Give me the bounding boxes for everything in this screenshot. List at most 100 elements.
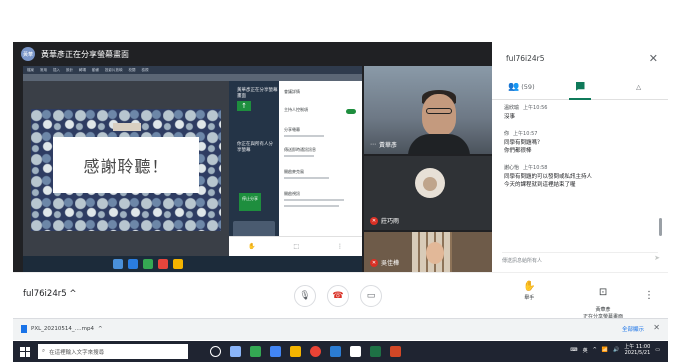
menu-item: 投影片放映 [105,67,123,72]
slide: 感謝聆聽！ [31,109,221,231]
menu-item: 檢視 [141,67,149,72]
volume-icon[interactable]: 🔊 [613,347,619,353]
download-item[interactable]: PXL_20210514_....mp4 ^ [21,325,103,333]
present-button[interactable]: ⊡ 黃華彥 正在分享螢幕畫面 [583,281,623,320]
slide-text-box: 感謝聆聽！ [53,137,199,193]
mini-toggle [346,109,356,114]
mic-off-icon: ✕ [370,216,378,225]
end-call-icon: ☎ [332,291,344,301]
menu-item: 動畫 [92,67,99,72]
participant-tile[interactable]: ✕ 莊巧雨 [364,156,492,230]
windows-start-icon[interactable] [20,346,30,357]
file-explorer-icon[interactable] [290,346,301,357]
powerpoint-icon[interactable] [390,346,401,357]
app-icon[interactable] [330,346,341,357]
cortana-icon[interactable] [210,346,221,357]
system-tray: ⌨ 英 ^ 📶 🔊 上午 11:00 2021/5/21 ▭ [570,344,660,356]
tab-people[interactable]: 👥 (59) [492,74,551,99]
app-icon[interactable] [350,346,361,357]
chat-panel: ful76i24r5 ✕ 👥 (59) △ 溫欣瑜 上午10:56 沒事 你上午1… [492,42,668,272]
presenting-banner: 黃華 黃華彥正在分享螢幕畫面 [13,42,492,66]
msg-sender: 謝心怡 [504,165,520,171]
present-icon: ⊡ [598,287,608,298]
more-options-icon[interactable]: ⋮ [644,290,654,301]
send-icon[interactable]: ➤ [654,254,660,262]
mic-button[interactable]: 🎙 [294,285,316,307]
app-icon [143,259,153,269]
network-icon[interactable]: 📶 [602,347,608,353]
mini-left-pane: 黃華彥正在分享螢幕畫面 ↑ 你正在與所有人分享螢幕 停止分享 [229,81,279,256]
participant-name-text: 莊巧雨 [381,218,400,225]
close-icon[interactable]: ✕ [649,52,658,65]
close-icon[interactable]: ✕ [653,323,660,332]
participant-glasses [426,108,452,114]
msg-time: 上午10:56 [523,105,548,111]
mini-row: 傳送即時通訊訊息 [284,147,316,152]
hand-icon: ✋ [523,281,536,292]
chat-message: 謝心怡 上午10:58 同學有問題的可以發問或私訊主持人 今天的課程就到這裡結束了… [504,164,652,189]
slide-area: 感謝聆聽！ [23,81,229,256]
app-icon[interactable] [270,346,281,357]
chat-input[interactable]: 傳送訊息給所有人 [502,252,658,266]
mini-right-pane: 會議詳情 主持人控制項 分享螢幕 傳送即時通訊訊息 開啟麥克風 開啟視訊 [279,81,362,256]
chat-scrollbar[interactable] [659,218,662,236]
clock[interactable]: 上午 11:00 2021/5/21 [624,344,650,356]
mini-row: 分享螢幕 [284,127,300,132]
slide-tape-decoration [113,123,141,131]
taskbar-search[interactable]: ⌕ 在這裡輸入文字來搜尋 [38,344,188,359]
end-call-button[interactable]: ☎ [327,285,349,307]
mini-row: 主持人控制項 [284,107,308,112]
msg-time: 上午10:58 [523,165,548,171]
menu-item: 轉場 [79,67,86,72]
app-icon [113,259,123,269]
participant-name: ⋯ 黃華彥 [370,140,397,149]
camera-button[interactable]: ▭ [360,285,382,307]
app-icon [158,259,168,269]
excel-icon[interactable] [370,346,381,357]
app-icon[interactable] [250,346,261,357]
tab-activities[interactable]: △ [609,74,668,99]
mini-more-icon: ⋮ [337,243,343,250]
input-language[interactable]: 英 [583,347,588,354]
participant-name-text: 吳佳樺 [381,260,400,267]
chevron-up-icon: ^ [97,326,103,332]
msg-text: 同學有問題的可以發問或私訊主持人 今天的課程就到這裡結束了喔 [504,174,593,188]
mini-title: 黃華彥正在分享螢幕畫面 [237,88,278,99]
panel-meeting-code: ful76i24r5 [506,54,545,63]
mini-line [284,155,314,157]
panel-tabs: 👥 (59) △ [492,74,668,100]
mic-off-icon: ✕ [370,258,378,267]
chat-messages: 溫欣瑜 上午10:56 沒事 你上午10:57 同學有問題嗎？ 你們都很棒 謝心怡… [504,104,652,254]
chrome-icon[interactable] [310,346,321,357]
msg-sender: 溫欣瑜 [504,105,520,111]
show-all-button[interactable]: 全部顯示 [622,325,644,333]
raise-hand-button[interactable]: ✋ 舉手 [523,281,535,301]
app-toolbar [23,74,362,81]
camera-icon: ▭ [366,291,376,301]
participant-name: ✕ 吳佳樺 [370,258,399,267]
tray-chevron-icon[interactable]: ^ [593,347,597,353]
mini-row: 開啟麥克風 [284,169,304,174]
participant-tile[interactable]: ✕ 吳佳樺 [364,232,492,272]
participant-face [422,94,456,136]
mini-hand-icon: ✋ [247,243,256,250]
notification-icon[interactable]: ▭ [655,347,660,353]
meeting-code: ful76i24r5 [23,289,67,299]
app-icon [173,259,183,269]
keyboard-icon[interactable]: ⌨ [570,347,577,353]
mini-stop-button: 停止分享 [239,193,261,211]
participant-tile[interactable]: ⋯ 黃華彥 [364,66,492,154]
participant-face [426,242,444,264]
meeting-details-button[interactable]: ful76i24r5 ^ [23,289,76,299]
chevron-up-icon: ^ [69,289,77,299]
mini-row: 開啟視訊 [284,191,300,196]
chat-icon [575,82,585,91]
msg-time: 上午10:57 [513,131,538,137]
slide-text: 感謝聆聽！ [83,157,169,176]
task-view-icon[interactable] [230,346,241,357]
presenter-avatar: 黃華 [21,47,35,61]
mini-row: 會議詳情 [284,89,300,94]
tab-chat[interactable] [551,74,610,100]
activities-icon: △ [636,82,642,91]
meeting-control-bar: ful76i24r5 ^ 🎙 ☎ ▭ ✋ 舉手 ⊡ 黃華彥 正在分享螢幕畫面 ⋮ [13,272,668,320]
